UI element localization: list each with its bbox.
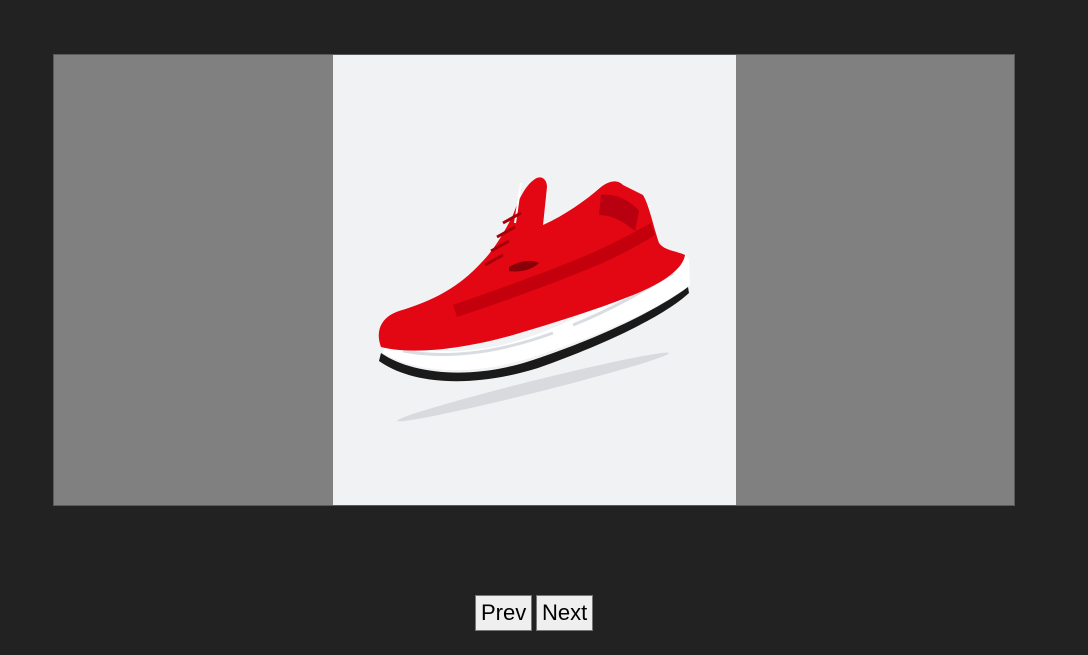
prev-button[interactable]: Prev — [475, 595, 532, 631]
active-slide — [333, 55, 736, 505]
image-slider-page: Prev Next — [0, 0, 1088, 655]
slider-controls: Prev Next — [475, 595, 593, 631]
red-sneaker-image — [378, 177, 690, 422]
next-button[interactable]: Next — [536, 595, 593, 631]
slider-frame — [53, 54, 1015, 506]
